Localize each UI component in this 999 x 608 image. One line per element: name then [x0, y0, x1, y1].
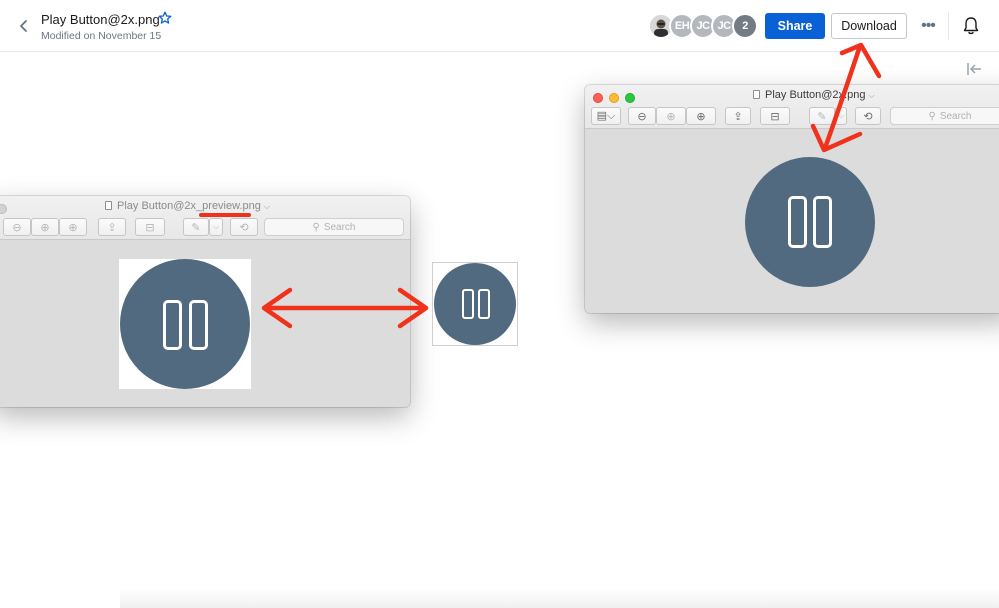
toolbox-button[interactable]: ⊟	[135, 218, 165, 236]
document-icon	[753, 90, 760, 99]
more-options-button[interactable]: •••	[917, 14, 939, 38]
search-input[interactable]: ⚲ Search	[264, 218, 404, 236]
zoom-to-fit-button[interactable]: ⊕	[31, 218, 59, 236]
file-title: Play Button@2x.png	[41, 12, 160, 27]
zoom-in-button[interactable]: ⊕	[59, 218, 87, 236]
bottom-shadow	[120, 588, 999, 608]
share-sheet-button[interactable]: ⇪	[725, 107, 751, 125]
window-title-text: Play Button@2x_preview.png	[117, 200, 261, 212]
bell-icon[interactable]	[962, 16, 980, 36]
collaborator-avatars[interactable]: EH JC JC 2	[648, 13, 760, 39]
pause-thumbnail-small	[432, 262, 518, 346]
window-toolbar: Play Button@2x.png ⌵ ▤⌵ ⊖ ⊕ ⊕ ⇪ ⊟ ✎ ⌵ ⟲ ⚲…	[585, 85, 999, 129]
preview-page: Play Button@2x.png Modified on November …	[0, 0, 999, 608]
modified-date: Modified on November 15	[41, 30, 162, 42]
download-button[interactable]: Download	[831, 13, 907, 39]
close-light-icon[interactable]	[593, 93, 603, 103]
window-title: Play Button@2x.png ⌵	[753, 89, 875, 101]
pause-circle	[120, 259, 250, 389]
preview-image-large	[119, 259, 251, 389]
toolbox-button[interactable]: ⊟	[760, 107, 790, 125]
avatar-overflow-count[interactable]: 2	[732, 13, 758, 39]
pause-bar-left	[163, 300, 182, 350]
rotate-button[interactable]: ⟲	[855, 107, 881, 125]
window-toolbar: Play Button@2x_preview.png ⌵ ⊖ ⊕ ⊕ ⇪ ⊟ ✎ …	[0, 196, 410, 240]
share-sheet-button[interactable]: ⇪	[98, 218, 126, 236]
collapse-sidebar-icon[interactable]	[965, 60, 983, 78]
markup-pen-button[interactable]: ✎	[183, 218, 209, 236]
markup-dropdown-button[interactable]: ⌵	[835, 107, 847, 125]
star-icon[interactable]	[158, 11, 172, 25]
minimize-light-icon[interactable]	[609, 93, 619, 103]
chevron-down-icon: ⌵	[868, 91, 875, 100]
zoom-to-fit-button[interactable]: ⊕	[656, 107, 686, 125]
search-placeholder: Search	[939, 110, 972, 122]
pause-bar-right	[189, 300, 208, 350]
pause-bar-right	[478, 289, 490, 319]
window-title: Play Button@2x_preview.png ⌵	[105, 200, 270, 212]
search-icon: ⚲	[928, 110, 936, 122]
zoom-out-button[interactable]: ⊖	[628, 107, 656, 125]
markup-dropdown-button[interactable]: ⌵	[209, 218, 223, 236]
pause-circle	[745, 157, 875, 287]
zoom-in-button[interactable]: ⊕	[686, 107, 716, 125]
pause-bar-left	[462, 289, 474, 319]
close-light-icon[interactable]	[0, 204, 7, 214]
preview-window-left: Play Button@2x_preview.png ⌵ ⊖ ⊕ ⊕ ⇪ ⊟ ✎ …	[0, 196, 410, 407]
document-icon	[105, 201, 112, 210]
pause-circle	[434, 263, 516, 345]
window-title-text: Play Button@2x.png	[765, 89, 866, 101]
preview-window-right: Play Button@2x.png ⌵ ▤⌵ ⊖ ⊕ ⊕ ⇪ ⊟ ✎ ⌵ ⟲ ⚲…	[585, 85, 999, 313]
pause-bar-right	[813, 196, 832, 248]
header-divider	[948, 12, 949, 40]
search-placeholder: Search	[323, 221, 356, 233]
back-arrow-icon[interactable]	[16, 16, 32, 36]
chevron-down-icon: ⌵	[263, 202, 270, 211]
file-header: Play Button@2x.png Modified on November …	[0, 0, 999, 52]
sidebar-toggle-button[interactable]: ▤⌵	[591, 107, 621, 125]
search-icon: ⚲	[312, 221, 320, 233]
pause-bar-left	[788, 196, 807, 248]
search-input[interactable]: ⚲ Search	[890, 107, 999, 125]
rotate-button[interactable]: ⟲	[230, 218, 258, 236]
zoom-light-icon[interactable]	[625, 93, 635, 103]
zoom-out-button[interactable]: ⊖	[3, 218, 31, 236]
markup-pen-button[interactable]: ✎	[809, 107, 835, 125]
share-button[interactable]: Share	[765, 13, 825, 39]
